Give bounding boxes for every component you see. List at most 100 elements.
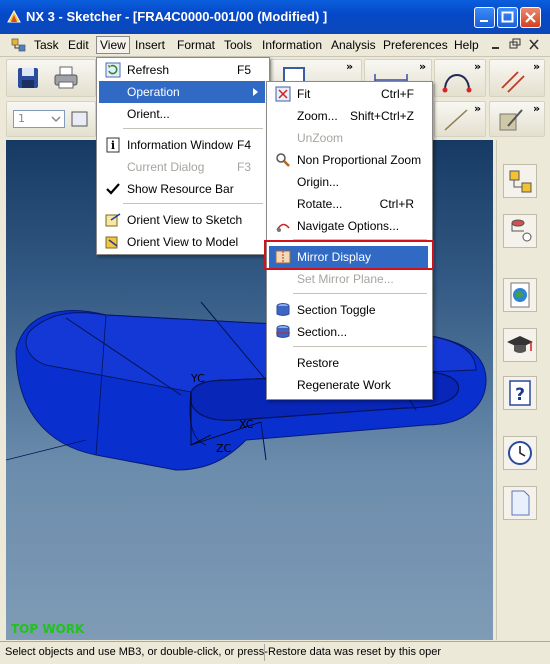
view-menu-orient-view-to-sketch-label: Orient View to Sketch: [127, 213, 243, 227]
operation-rotate[interactable]: Rotate... Ctrl+R: [269, 193, 428, 215]
save-icon[interactable]: [15, 65, 41, 91]
toolbar-overflow-icon[interactable]: »: [419, 60, 426, 73]
window-title: NX 3 - Sketcher - [FRA4C0000-001/00 (Mod…: [26, 9, 328, 24]
menu-separator: [123, 203, 263, 204]
operation-zoom[interactable]: Zoom... Shift+Ctrl+Z: [269, 105, 428, 127]
operation-regenerate-work[interactable]: Regenerate Work: [269, 374, 428, 396]
view-menu-orient-view-to-model[interactable]: Orient View to Model: [99, 231, 265, 253]
view-menu-orient-view-to-sketch[interactable]: Orient View to Sketch: [99, 209, 265, 231]
part-navigator-icon: [511, 219, 532, 242]
menu-separator: [293, 293, 427, 294]
view-menu-current-dialog-label: Current Dialog: [127, 160, 205, 174]
operation-restore[interactable]: Restore: [269, 352, 428, 374]
submenu-arrow-icon: [253, 88, 258, 96]
toolbar-sketch-line: »: [434, 101, 486, 137]
operation-set-mirror-plane-label: Set Mirror Plane...: [297, 272, 394, 286]
view-menu-orient-view-to-model-label: Orient View to Model: [127, 235, 239, 249]
operation-restore-label: Restore: [297, 356, 340, 370]
close-button[interactable]: [520, 7, 541, 28]
close-icon: [525, 12, 536, 23]
menu-tools[interactable]: Tools: [221, 37, 255, 53]
task-icon: [11, 38, 26, 52]
help-tab[interactable]: ?: [503, 376, 537, 410]
mirror-display-callout: [264, 240, 434, 270]
layer-settings-icon[interactable]: [69, 108, 91, 130]
line-icon[interactable]: [441, 106, 471, 134]
fit-icon: [275, 86, 291, 102]
view-menu-refresh-label: Refresh: [127, 63, 170, 77]
view-menu-orient[interactable]: Orient...: [99, 103, 265, 125]
menu-analysis[interactable]: Analysis: [328, 37, 379, 53]
menu-separator: [293, 346, 427, 347]
maximize-button[interactable]: [497, 7, 518, 28]
toolbar-overflow-icon[interactable]: »: [533, 60, 540, 73]
toolbar-edit-tools: »: [489, 101, 545, 137]
menu-information[interactable]: Information: [259, 37, 325, 53]
operation-fit-label: Fit: [297, 87, 311, 101]
operation-origin[interactable]: Origin...: [269, 171, 428, 193]
history-tab[interactable]: [503, 436, 537, 470]
assembly-navigator-tab[interactable]: [503, 164, 537, 198]
non-proportional-zoom-icon: [276, 153, 290, 167]
operation-section-label: Section...: [297, 325, 348, 339]
minimize-button[interactable]: [474, 7, 495, 28]
menu-preferences[interactable]: Preferences: [380, 37, 451, 53]
section-icon: [276, 325, 290, 338]
toolbar-layer: 1: [6, 101, 96, 137]
operation-navigate-options[interactable]: Navigate Options...: [269, 215, 428, 237]
view-menu-show-resource-bar[interactable]: Show Resource Bar: [99, 178, 265, 200]
operation-section-toggle[interactable]: Section Toggle: [269, 299, 428, 321]
arc-icon[interactable]: [441, 66, 475, 94]
menu-task[interactable]: Task: [31, 37, 62, 53]
edit-object-icon[interactable]: [496, 106, 526, 134]
menu-edit[interactable]: Edit: [65, 37, 92, 53]
toolbar-overflow-icon[interactable]: »: [533, 102, 540, 115]
operation-section-toggle-label: Section Toggle: [297, 303, 376, 317]
web-browser-tab[interactable]: [503, 278, 537, 312]
print-icon[interactable]: [53, 65, 79, 91]
work-layer-select[interactable]: 1: [13, 110, 65, 128]
nx-app-icon: [7, 9, 21, 23]
parallel-lines-icon[interactable]: [498, 66, 528, 94]
view-menu-current-dialog-shortcut: F3: [236, 160, 251, 174]
operation-regenerate-work-label: Regenerate Work: [297, 378, 391, 392]
view-menu-operation[interactable]: Operation: [99, 81, 265, 103]
view-menu-refresh-shortcut: F5: [236, 63, 251, 77]
graduation-cap-icon: [507, 336, 533, 353]
status-divider: [264, 644, 265, 661]
title-bar[interactable]: NX 3 - Sketcher - [FRA4C0000-001/00 (Mod…: [0, 0, 550, 34]
operation-non-proportional-zoom[interactable]: Non Proportional Zoom: [269, 149, 428, 171]
menu-insert[interactable]: Insert: [132, 37, 168, 53]
orient-model-icon: [105, 236, 118, 249]
status-message: Restore data was reset by this oper: [268, 646, 442, 658]
menu-view[interactable]: View: [96, 36, 130, 54]
operation-fit[interactable]: Fit Ctrl+F: [269, 83, 428, 105]
system-materials-tab[interactable]: [503, 486, 537, 520]
toolbar-file: [6, 59, 96, 97]
view-menu-information-window[interactable]: i Information Window F4: [99, 134, 265, 156]
menu-help[interactable]: Help: [451, 37, 482, 53]
menu-format[interactable]: Format: [174, 37, 218, 53]
toolbar-overflow-icon[interactable]: »: [346, 60, 353, 73]
chevron-down-icon: [51, 116, 61, 123]
view-menu-refresh[interactable]: Refresh F5: [99, 59, 265, 81]
svg-text:i: i: [111, 139, 115, 152]
mdi-controls-icon[interactable]: [490, 38, 544, 52]
refresh-icon: [105, 62, 121, 78]
operation-navigate-options-label: Navigate Options...: [297, 219, 400, 233]
toolbar-overflow-icon[interactable]: »: [474, 60, 481, 73]
view-name-label: TOP WORK: [11, 622, 85, 636]
operation-section[interactable]: Section...: [269, 321, 428, 343]
part-navigator-tab[interactable]: [503, 214, 537, 248]
view-menu: Refresh F5 Operation Orient... i Informa…: [96, 57, 270, 255]
work-layer-value: 1: [18, 112, 25, 125]
view-menu-information-window-label: Information Window: [127, 138, 234, 152]
operation-set-mirror-plane[interactable]: Set Mirror Plane...: [269, 268, 428, 290]
operation-fit-shortcut: Ctrl+F: [381, 87, 414, 101]
training-tab[interactable]: [503, 328, 537, 362]
operation-unzoom[interactable]: UnZoom: [269, 127, 428, 149]
operation-zoom-shortcut: Shift+Ctrl+Z: [349, 109, 414, 123]
navigate-icon: [276, 223, 290, 232]
toolbar-overflow-icon[interactable]: »: [474, 102, 481, 115]
view-menu-current-dialog[interactable]: Current Dialog F3: [99, 156, 265, 178]
